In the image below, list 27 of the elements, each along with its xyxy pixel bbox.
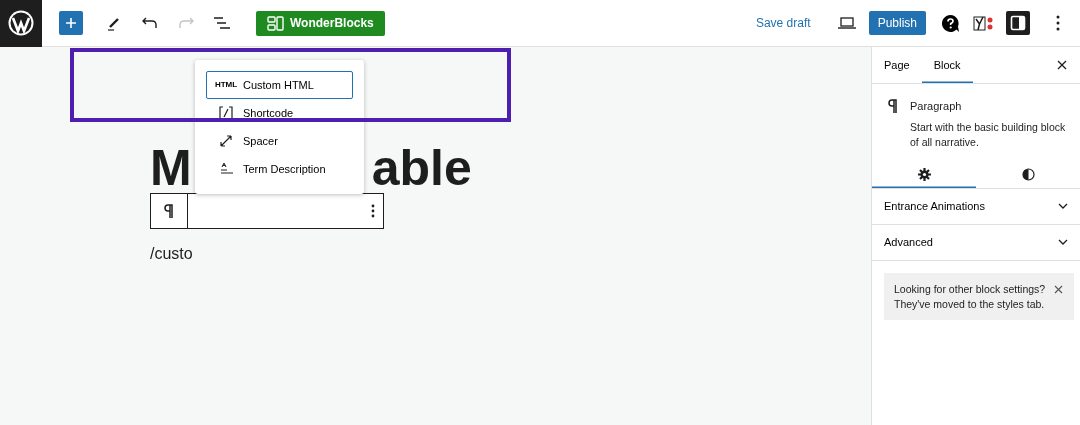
sidebar-toggle-icon[interactable] [1006,11,1030,35]
block-description: Start with the basic building block of all narrative. [910,119,1067,150]
notice-text: Looking for other block settings? They've moved to the styles tab. [894,281,1046,312]
block-option[interactable]: Shortcode [206,99,353,127]
sidebar-tab[interactable]: Block [921,47,973,83]
plus-icon [65,17,77,29]
block-option[interactable]: Term Description [206,155,353,183]
title-text: able [371,143,472,193]
paragraph-text: /custo [150,244,193,264]
panel-header[interactable]: Entrance Animations [872,188,1080,225]
add-block-button[interactable] [59,11,83,35]
block-option[interactable]: HTML Custom HTML [206,71,353,99]
publish-button[interactable]: Publish [868,11,926,35]
wordpress-logo[interactable] [0,0,42,47]
blocks-icon [267,15,284,31]
html-icon: HTML [215,79,237,91]
wonderblocks-button[interactable]: WonderBlocks [256,10,385,36]
title-text: M [150,143,192,193]
block-option[interactable]: Spacer [206,127,353,155]
sidebar-tab[interactable]: Page [872,47,922,83]
close-icon[interactable] [1052,283,1064,296]
panel-header[interactable]: Advanced [872,224,1080,261]
settings-icon [917,168,931,182]
block-name: Paragraph [910,99,963,114]
paragraph-icon [888,99,898,113]
half-circle-icon [1021,168,1035,182]
save-draft-link[interactable]: Save draft [749,13,817,33]
